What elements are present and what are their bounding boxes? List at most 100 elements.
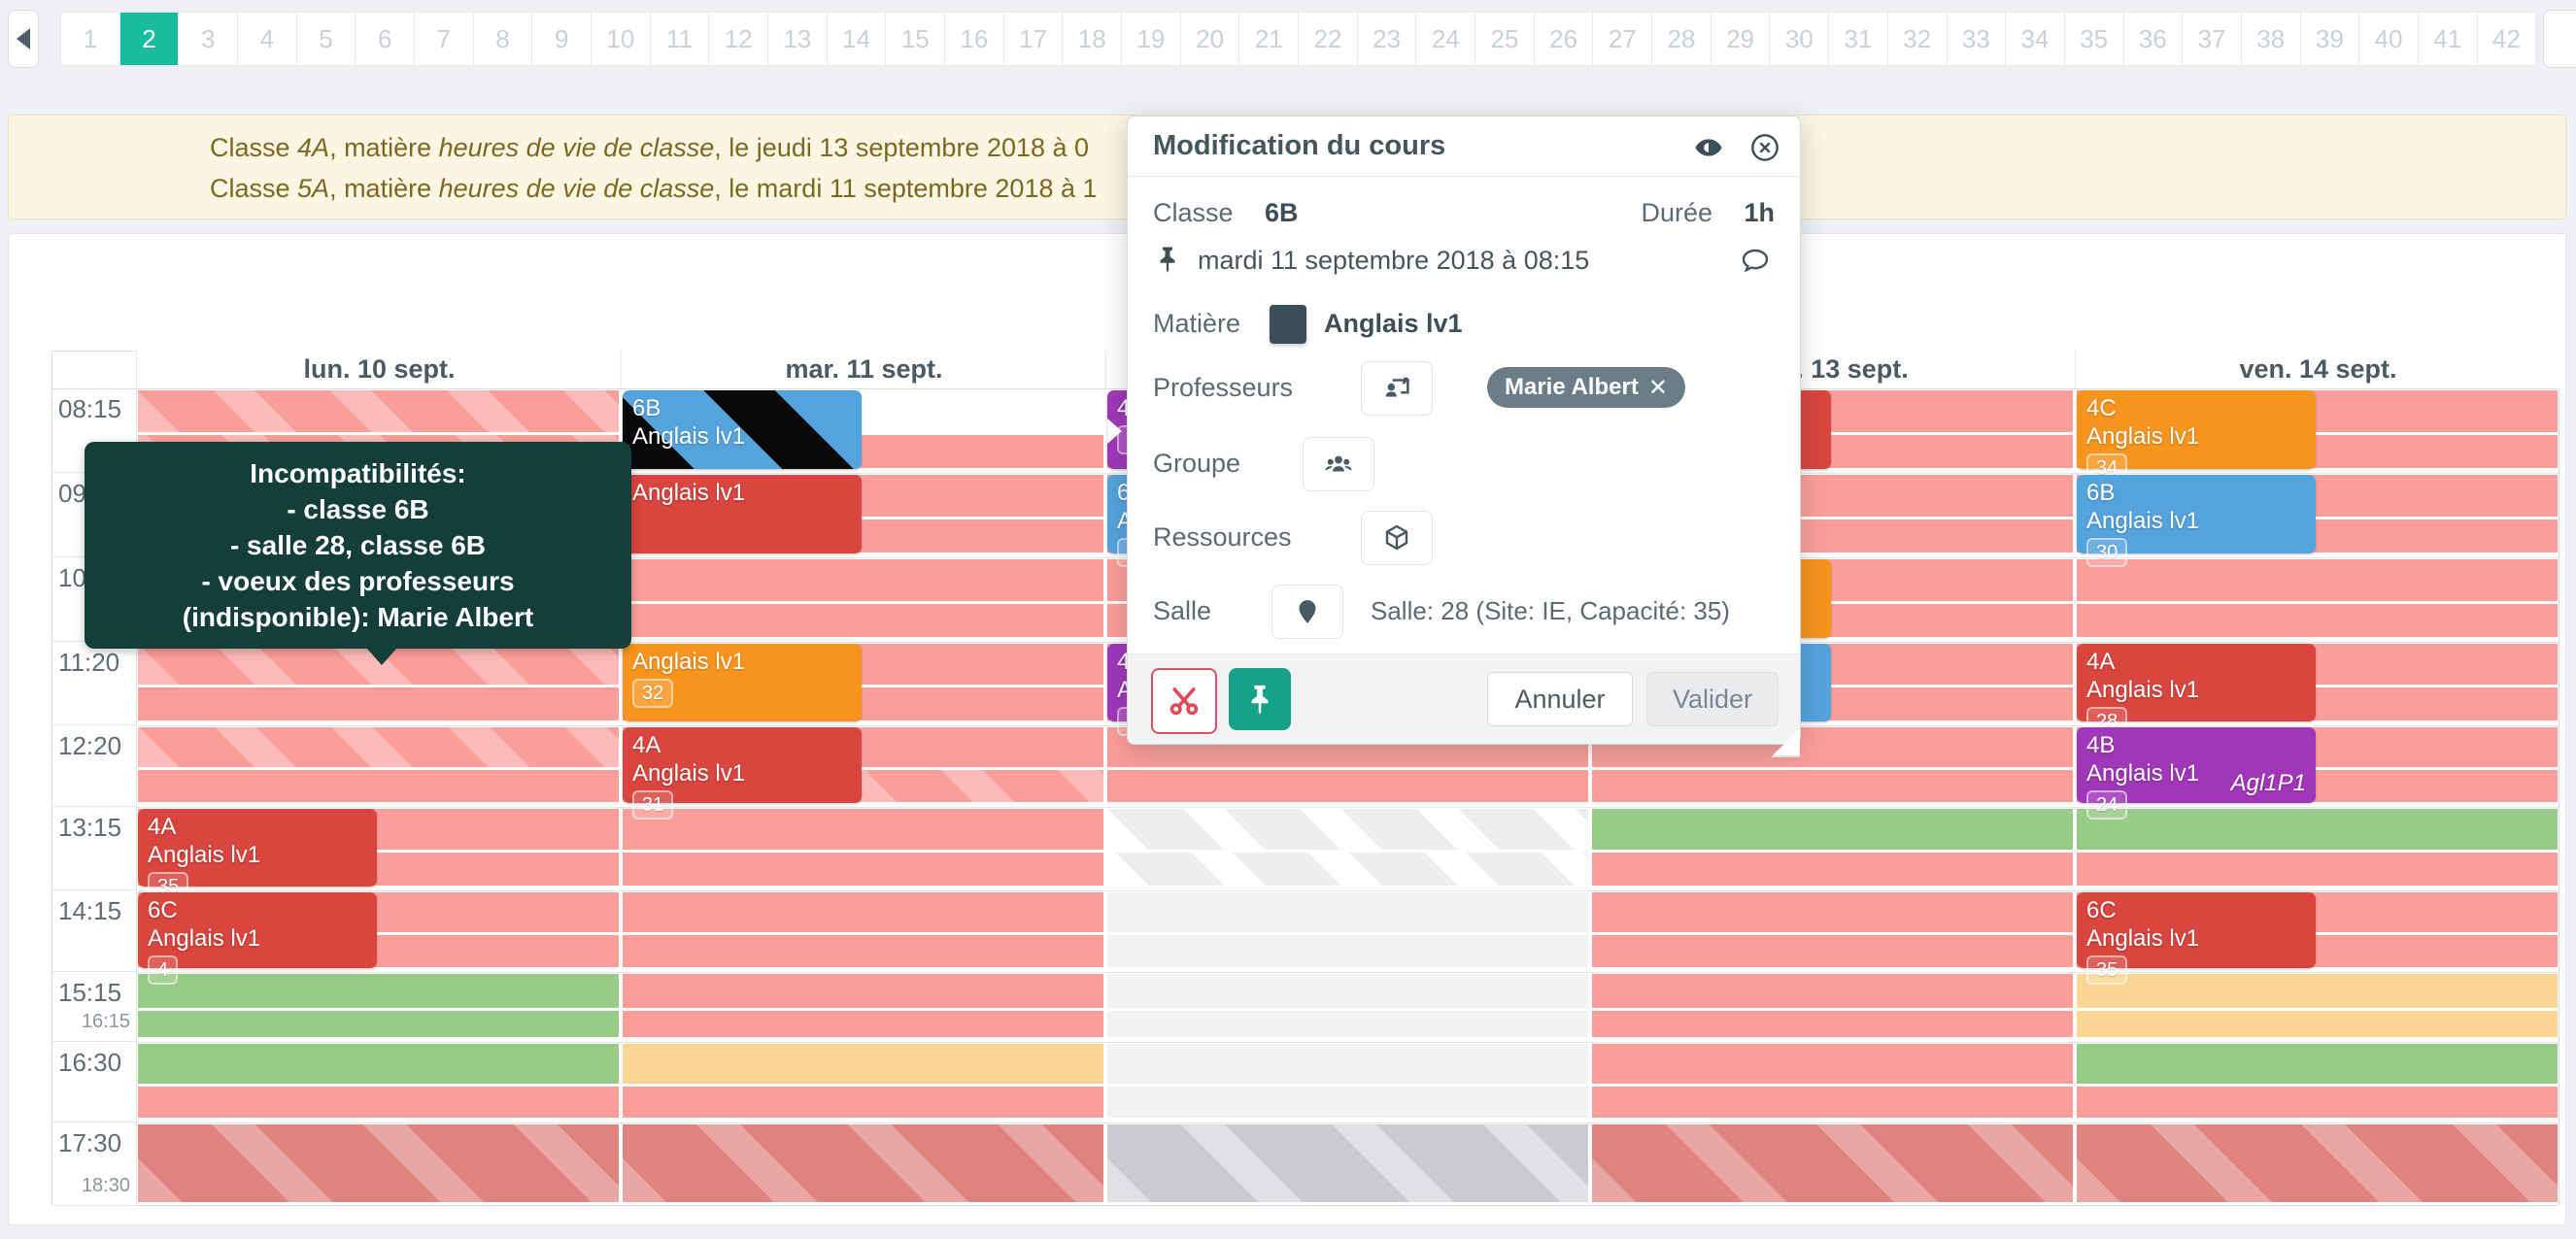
week-tab-19[interactable]: 19 [1122,13,1181,65]
event-room-badge: 35 [2086,955,2127,985]
week-tab-28[interactable]: 28 [1652,13,1712,65]
event-pin-notch [1107,419,1122,444]
week-tab-25[interactable]: 25 [1475,13,1535,65]
calendar-event[interactable]: 4AAnglais lv128 [2077,644,2316,721]
validate-button[interactable]: Valider [1646,672,1779,726]
preview-eye-icon[interactable] [1693,132,1724,163]
week-tab-30[interactable]: 30 [1770,13,1829,65]
event-subject: Anglais lv1 [632,648,852,676]
time-label: 17:30 [58,1128,121,1158]
teacher-chip[interactable]: Marie Albert ✕ [1487,367,1685,408]
week-selector-bar: 1234567891011121314151617181920212223242… [0,0,2576,78]
week-tab-40[interactable]: 40 [2359,13,2419,65]
room-row: Salle Salle: 28 (Site: IE, Capacité: 35) [1153,585,1775,639]
cut-course-button[interactable] [1151,668,1217,734]
week-tab-24[interactable]: 24 [1416,13,1475,65]
week-tab-27[interactable]: 27 [1593,13,1652,65]
week-tab-8[interactable]: 8 [474,13,533,65]
week-tab-31[interactable]: 31 [1829,13,1888,65]
week-tab-29[interactable]: 29 [1712,13,1771,65]
availability-cell [623,1087,1103,1118]
availability-cell [1107,892,1588,932]
calendar-event[interactable]: 4AAnglais lv131 [623,727,862,803]
week-tab-37[interactable]: 37 [2183,13,2242,65]
availability-cell [623,892,1103,932]
time-row-divider [52,889,136,890]
week-tab-17[interactable]: 17 [1004,13,1064,65]
week-tab-5[interactable]: 5 [297,13,356,65]
time-sublabel: 16:15 [39,1011,130,1033]
week-tab-36[interactable]: 36 [2124,13,2184,65]
availability-cell [1107,1124,1588,1202]
event-subject: Anglais lv1 [148,841,367,869]
week-tab-33[interactable]: 33 [1948,13,2007,65]
add-teacher-button[interactable] [1361,361,1433,416]
week-tab-42[interactable]: 42 [2478,13,2537,65]
calendar-event[interactable]: Anglais lv1 [623,475,862,553]
event-subject: Anglais lv1 [632,422,852,451]
week-tab-15[interactable]: 15 [886,13,945,65]
week-tab-41[interactable]: 41 [2419,13,2478,65]
select-resources-button[interactable] [1361,511,1433,565]
availability-cell [623,853,1103,886]
week-tab-23[interactable]: 23 [1358,13,1417,65]
calendar-event[interactable]: 6CAnglais lv14 [138,892,377,968]
event-subject: Anglais lv1 [2086,676,2306,704]
calendar-event[interactable]: 6BAnglais lv130 [2077,475,2316,553]
availability-cell [2077,853,2558,886]
select-room-button[interactable] [1271,585,1343,639]
week-tab-11[interactable]: 11 [651,13,710,65]
time-row-divider [52,806,136,807]
remove-teacher-icon[interactable]: ✕ [1648,374,1668,402]
event-group-label: Agl1P1 [2231,770,2306,797]
week-tab-1[interactable]: 1 [61,13,120,65]
week-tab-9[interactable]: 9 [532,13,592,65]
calendar-event[interactable]: Anglais lv132 [623,644,862,721]
previous-week-button[interactable] [8,10,39,68]
week-tab-13[interactable]: 13 [768,13,828,65]
calendar-event[interactable]: 6CAnglais lv135 [2077,892,2316,968]
calendar-event[interactable]: 4AAnglais lv135 [138,809,377,887]
event-room-badge: 24 [2086,790,2127,820]
week-tab-38[interactable]: 38 [2242,13,2301,65]
comment-bubble-icon[interactable] [1740,245,1771,281]
calendar-event[interactable]: 4CAnglais lv134 [2077,390,2316,469]
cancel-button[interactable]: Annuler [1487,672,1633,726]
week-tab-20[interactable]: 20 [1181,13,1240,65]
pin-course-button[interactable] [1229,668,1291,730]
calendar-event[interactable]: 6BAnglais lv1 [623,390,862,469]
tooltip-line: Incompatibilités: [92,455,624,491]
calendar-event[interactable]: 4BAnglais lv124Agl1P1 [2077,727,2316,803]
event-class: 4B [2086,731,2306,759]
subject-value: Anglais lv1 [1324,309,1463,339]
week-tab-7[interactable]: 7 [415,13,474,65]
week-tab-3[interactable]: 3 [179,13,238,65]
availability-cell [1107,809,1588,850]
week-tab-22[interactable]: 22 [1299,13,1358,65]
next-week-button[interactable] [2543,10,2576,68]
week-tab-16[interactable]: 16 [945,13,1004,65]
availability-cell [1592,770,2073,802]
close-icon[interactable] [1749,132,1780,163]
week-tab-4[interactable]: 4 [238,13,297,65]
week-tab-34[interactable]: 34 [2006,13,2065,65]
event-subject: Anglais lv1 [632,759,852,787]
week-tab-14[interactable]: 14 [828,13,887,65]
week-tab-2[interactable]: 2 [120,13,180,65]
event-subject: Anglais lv1 [632,479,852,507]
availability-cell [138,770,619,802]
time-label: 13:15 [58,813,121,843]
week-tab-32[interactable]: 32 [1888,13,1948,65]
week-tab-10[interactable]: 10 [592,13,651,65]
week-tab-26[interactable]: 26 [1535,13,1594,65]
select-group-button[interactable] [1303,437,1374,491]
time-label: 11:20 [58,648,119,678]
week-tab-12[interactable]: 12 [709,13,768,65]
week-tab-18[interactable]: 18 [1063,13,1122,65]
event-class: 4A [2086,648,2306,676]
week-tab-39[interactable]: 39 [2301,13,2360,65]
week-tab-21[interactable]: 21 [1239,13,1299,65]
week-tab-35[interactable]: 35 [2065,13,2124,65]
week-tab-6[interactable]: 6 [356,13,415,65]
modal-footer: Annuler Valider [1128,653,1800,744]
